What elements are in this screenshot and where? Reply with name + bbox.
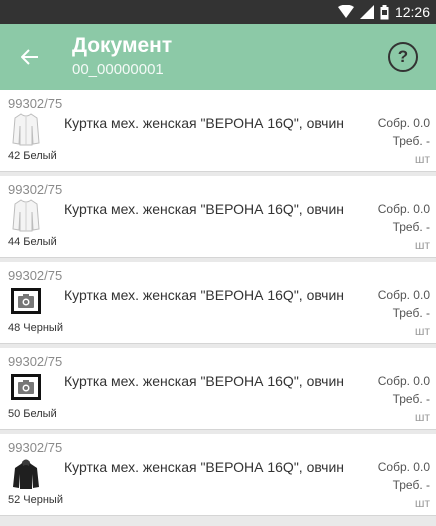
item-code: 99302/75 [8, 182, 63, 197]
help-icon: ? [397, 47, 409, 66]
help-button[interactable]: ? [388, 42, 418, 72]
unit-label: шт [414, 410, 430, 424]
required-qty: Треб. - [392, 220, 430, 234]
item-name: Куртка мех. женская "ВЕРОНА 16Q", овчин [64, 287, 345, 303]
item-quantity: Собр. 0.0 Треб. - шт [378, 200, 430, 254]
required-qty: Треб. - [392, 306, 430, 320]
item-quantity: Собр. 0.0 Треб. - шт [378, 286, 430, 340]
list-item[interactable]: 99302/75 Куртка мех. женская "ВЕРОНА 16Q"… [0, 434, 436, 516]
item-name: Куртка мех. женская "ВЕРОНА 16Q", овчин [64, 459, 345, 475]
unit-label: шт [414, 238, 430, 252]
wifi-icon [337, 5, 354, 19]
list-item[interactable]: 99302/75 Куртка мех. женская "ВЕРОНА 16Q"… [0, 90, 436, 172]
item-code: 99302/75 [8, 354, 63, 369]
battery-icon [380, 4, 389, 20]
item-size-color: 44 Белый [8, 236, 57, 248]
back-button[interactable] [0, 24, 60, 90]
status-bar: 12:26 [0, 0, 436, 24]
unit-label: шт [414, 496, 430, 510]
item-list: 99302/75 Куртка мех. женская "ВЕРОНА 16Q"… [0, 90, 436, 520]
document-number: 00_00000001 [72, 61, 164, 78]
item-name: Куртка мех. женская "ВЕРОНА 16Q", овчин [64, 201, 345, 217]
unit-label: шт [414, 324, 430, 338]
page-title: Документ [72, 34, 173, 57]
item-code: 99302/75 [8, 268, 63, 283]
white-jacket-image [11, 112, 41, 146]
item-name: Куртка мех. женская "ВЕРОНА 16Q", овчин [64, 115, 345, 131]
unit-label: шт [414, 152, 430, 166]
black-jacket-image [11, 456, 41, 490]
item-size-color: 48 Черный [8, 322, 63, 334]
list-item[interactable]: 99302/75 Куртка мех. женская "ВЕРОНА 16Q"… [0, 262, 436, 344]
collected-qty: Собр. 0.0 [377, 374, 430, 388]
item-code: 99302/75 [8, 96, 63, 111]
signal-icon [359, 5, 374, 19]
collected-qty: Собр. 0.0 [377, 288, 430, 302]
camera-icon [11, 284, 41, 318]
item-size-color: 42 Белый [8, 150, 57, 162]
list-item[interactable]: 99302/75 Куртка мех. женская "ВЕРОНА 16Q"… [0, 348, 436, 430]
item-size-color: 52 Черный [8, 494, 63, 506]
app-bar: Документ 00_00000001 ? [0, 24, 436, 90]
collected-qty: Собр. 0.0 [377, 116, 430, 130]
camera-icon [11, 370, 41, 404]
required-qty: Треб. - [392, 478, 430, 492]
item-code: 99302/75 [8, 440, 63, 455]
item-quantity: Собр. 0.0 Треб. - шт [378, 372, 430, 426]
item-quantity: Собр. 0.0 Треб. - шт [378, 458, 430, 512]
white-jacket-image [11, 198, 41, 232]
item-name: Куртка мех. женская "ВЕРОНА 16Q", овчин [64, 373, 345, 389]
collected-qty: Собр. 0.0 [377, 460, 430, 474]
status-time: 12:26 [394, 4, 430, 20]
required-qty: Треб. - [392, 134, 430, 148]
arrow-left-icon [21, 49, 38, 65]
list-item[interactable]: 99302/75 Куртка мех. женская "ВЕРОНА 16Q"… [0, 176, 436, 258]
item-quantity: Собр. 0.0 Треб. - шт [378, 114, 430, 168]
collected-qty: Собр. 0.0 [377, 202, 430, 216]
required-qty: Треб. - [392, 392, 430, 406]
item-size-color: 50 Белый [8, 408, 57, 420]
